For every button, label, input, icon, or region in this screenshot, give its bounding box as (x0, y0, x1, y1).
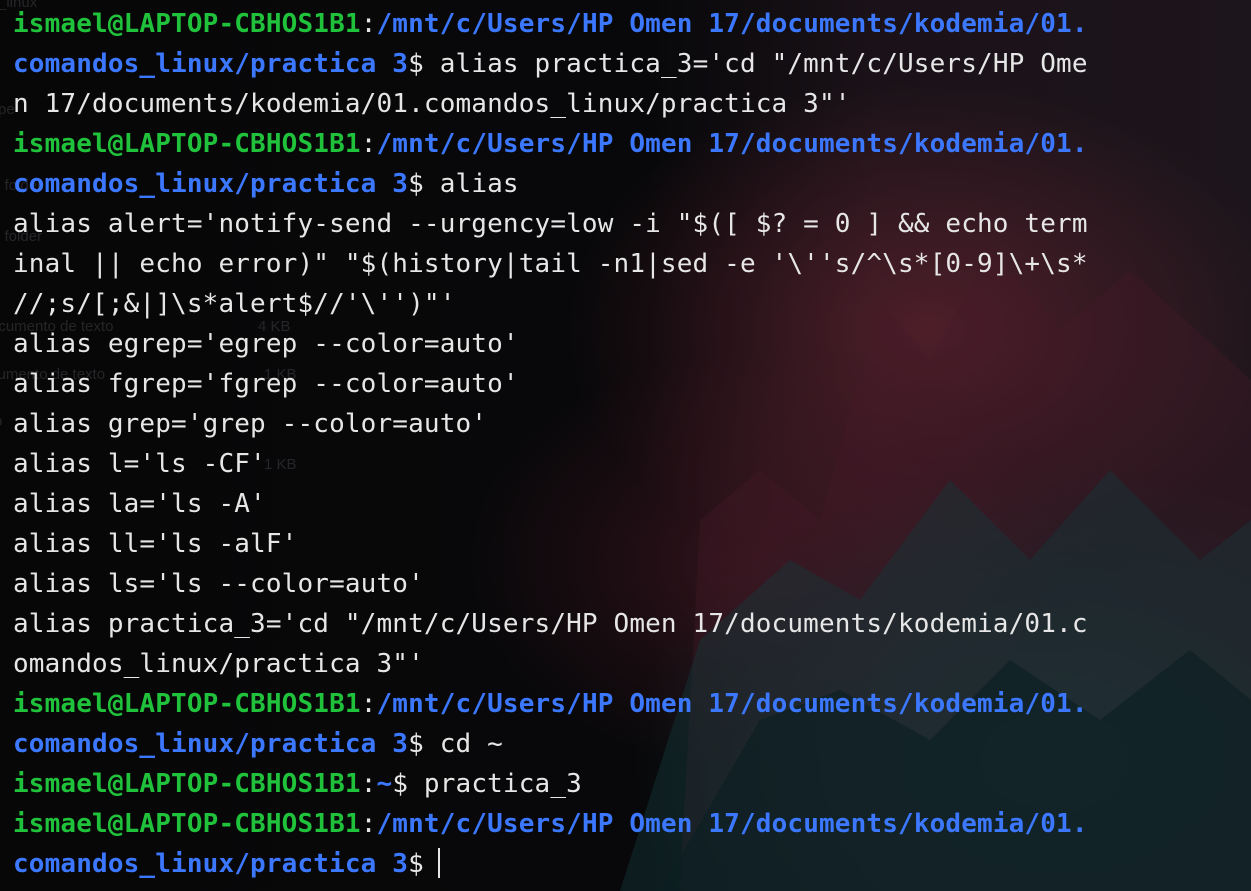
output-line: alias fgrep='fgrep --color=auto' (13, 369, 519, 399)
output-line: alias la='ls -A' (13, 489, 266, 519)
prompt-line: ismael@LAPTOP-CBHOS1B1:/mnt/c/Users/HP O… (13, 684, 1239, 724)
prompt-path: comandos_linux/practica 3 (13, 169, 409, 199)
prompt-colon: : (360, 129, 377, 159)
output-line: n 17/documents/kodemia/01.comandos_linux… (13, 89, 851, 119)
output-line: alias alert='notify-send --urgency=low -… (13, 209, 1088, 239)
prompt-path: comandos_linux/practica 3 (13, 729, 409, 759)
prompt-path: ~ (376, 769, 393, 799)
prompt-dollar: $ (408, 49, 424, 79)
output-line: //;s/[;&|]\s*alert$//'\'')"' (13, 289, 456, 319)
command-text: alias (423, 169, 519, 199)
prompt-line: ismael@LAPTOP-CBHOS1B1:~$ practica_3 (13, 764, 1239, 804)
prompt-line-continued: comandos_linux/practica 3$ alias practic… (13, 44, 1239, 84)
command-text: alias practica_3='cd "/mnt/c/Users/HP Om… (423, 49, 1088, 79)
prompt-user-host: ismael@LAPTOP-CBHOS1B1 (13, 9, 361, 39)
prompt-colon: : (360, 689, 377, 719)
text-cursor[interactable] (437, 848, 440, 878)
prompt-user-host: ismael@LAPTOP-CBHOS1B1 (13, 809, 361, 839)
prompt-line: ismael@LAPTOP-CBHOS1B1:/mnt/c/Users/HP O… (13, 124, 1239, 164)
output-line: alias ls='ls --color=auto' (13, 569, 424, 599)
prompt-user-host: ismael@LAPTOP-CBHOS1B1 (13, 129, 361, 159)
prompt-colon: : (360, 769, 377, 799)
prompt-colon: : (360, 9, 377, 39)
prompt-user-host: ismael@LAPTOP-CBHOS1B1 (13, 689, 361, 719)
terminal-output[interactable]: ismael@LAPTOP-CBHOS1B1:/mnt/c/Users/HP O… (13, 4, 1239, 884)
prompt-path: /mnt/c/Users/HP Omen 17/documents/kodemi… (376, 9, 1088, 39)
output-line: alias grep='grep --color=auto' (13, 409, 488, 439)
prompt-line-active[interactable]: comandos_linux/practica 3$ (13, 844, 1239, 884)
output-line: alias ll='ls -alF' (13, 529, 298, 559)
command-text: cd ~ (423, 729, 503, 759)
prompt-line: ismael@LAPTOP-CBHOS1B1:/mnt/c/Users/HP O… (13, 804, 1239, 844)
prompt-dollar: $ (408, 849, 424, 879)
output-line: alias egrep='egrep --color=auto' (13, 329, 519, 359)
prompt-path: /mnt/c/Users/HP Omen 17/documents/kodemi… (376, 689, 1088, 719)
output-line: omandos_linux/practica 3"' (13, 649, 424, 679)
prompt-path: comandos_linux/practica 3 (13, 49, 409, 79)
prompt-dollar: $ (408, 169, 424, 199)
prompt-path: /mnt/c/Users/HP Omen 17/documents/kodemi… (376, 809, 1088, 839)
prompt-dollar: $ (392, 769, 409, 799)
prompt-line-continued: comandos_linux/practica 3$ cd ~ (13, 724, 1239, 764)
prompt-path: /mnt/c/Users/HP Omen 17/documents/kodemi… (376, 129, 1088, 159)
prompt-dollar: $ (408, 729, 424, 759)
output-line: inal || echo error)" "$(history|tail -n1… (13, 249, 1088, 279)
output-line: alias practica_3='cd "/mnt/c/Users/HP Om… (13, 609, 1088, 639)
output-line: alias l='ls -CF' (13, 449, 266, 479)
prompt-line: ismael@LAPTOP-CBHOS1B1:/mnt/c/Users/HP O… (13, 4, 1239, 44)
prompt-colon: : (360, 809, 377, 839)
prompt-line-continued: comandos_linux/practica 3$ alias (13, 164, 1239, 204)
command-text: practica_3 (408, 769, 582, 799)
prompt-user-host: ismael@LAPTOP-CBHOS1B1 (13, 769, 361, 799)
prompt-path: comandos_linux/practica 3 (13, 849, 409, 879)
